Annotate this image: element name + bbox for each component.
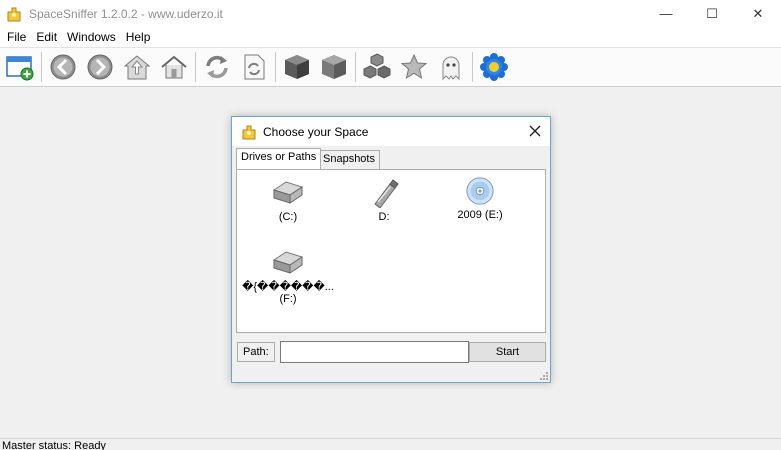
toolbar: [0, 47, 781, 87]
minimize-icon: —: [659, 6, 673, 21]
new-window-icon: [6, 56, 34, 81]
cubes-icon: [363, 53, 391, 79]
close-button[interactable]: ✕: [735, 0, 781, 27]
path-input[interactable]: [280, 341, 469, 363]
cubes-button[interactable]: [360, 50, 394, 84]
drives-panel: (C:) D: 2009 (E:) �{������... (F:): [236, 169, 546, 333]
ghost-icon: [442, 56, 460, 81]
start-button[interactable]: Start: [469, 342, 546, 362]
dialog-close-button[interactable]: [526, 122, 544, 140]
close-icon: ✕: [752, 5, 764, 21]
toolbar-separator: [472, 52, 473, 82]
tab-drives-or-paths[interactable]: Drives or Paths: [236, 148, 322, 169]
star-button[interactable]: [397, 50, 431, 84]
menu-file[interactable]: File: [2, 27, 31, 47]
usb-drive-icon: [374, 179, 399, 208]
status-text: Master status: Ready: [2, 440, 106, 450]
drive-label: 2009 (E:): [457, 209, 503, 221]
forward-button[interactable]: [83, 50, 117, 84]
drive-item-d[interactable]: D:: [339, 178, 429, 223]
window-title: SpaceSniffer 1.2.0.2 - www.uderzo.it: [29, 6, 223, 21]
ghost-button[interactable]: [434, 50, 468, 84]
home-icon: [161, 55, 187, 79]
status-bar: Master status: Ready: [0, 438, 781, 450]
close-icon: [529, 125, 541, 137]
new-window-button[interactable]: [3, 50, 37, 84]
home-button[interactable]: [157, 50, 191, 84]
maximize-icon: ☐: [706, 5, 718, 21]
title-bar: SpaceSniffer 1.2.0.2 - www.uderzo.it — ☐…: [0, 0, 781, 27]
resize-grip-icon[interactable]: [540, 372, 548, 380]
settings-flower-icon: [480, 53, 508, 81]
toolbar-separator: [275, 52, 276, 82]
toolbar-separator: [355, 52, 356, 82]
menu-windows[interactable]: Windows: [62, 27, 121, 47]
up-folder-button[interactable]: [120, 50, 154, 84]
drive-label: D:: [378, 211, 390, 223]
maximize-button[interactable]: ☐: [689, 0, 735, 27]
minimize-button[interactable]: —: [643, 0, 689, 27]
toolbar-separator: [195, 52, 196, 82]
dialog-title: Choose your Space: [263, 124, 369, 139]
drive-sublabel: (F:): [279, 293, 297, 305]
cd-drive-icon: [466, 177, 494, 205]
menu-edit[interactable]: Edit: [31, 27, 62, 47]
drive-item-f[interactable]: �{������... (F:): [242, 248, 334, 305]
refresh-document-button[interactable]: [237, 50, 271, 84]
back-button[interactable]: [46, 50, 80, 84]
tab-snapshots[interactable]: Snapshots: [318, 150, 380, 169]
refresh-document-icon: [244, 54, 265, 80]
refresh-icon: [206, 55, 228, 79]
drive-item-c[interactable]: (C:): [243, 178, 333, 223]
app-icon: [7, 7, 21, 21]
refresh-button[interactable]: [200, 50, 234, 84]
drive-label: �{������...: [242, 281, 334, 293]
hard-drive-icon: [272, 251, 304, 274]
up-folder-icon: [123, 55, 151, 80]
menu-help[interactable]: Help: [121, 27, 156, 47]
drive-label: (C:): [278, 211, 298, 223]
toolbar-separator: [41, 52, 42, 82]
settings-button[interactable]: [477, 50, 511, 84]
choose-space-dialog: Choose your Space Drives or Paths Snapsh…: [231, 116, 551, 383]
path-label: Path:: [237, 342, 275, 362]
hard-drive-icon: [272, 181, 304, 204]
forward-icon: [87, 54, 113, 80]
cube-gray-icon: [322, 55, 346, 79]
cube-dark-button[interactable]: [280, 50, 314, 84]
menu-bar: File Edit Windows Help: [0, 27, 781, 47]
cube-dark-icon: [285, 55, 309, 79]
star-icon: [400, 53, 428, 80]
dialog-title-bar: Choose your Space: [232, 117, 550, 146]
drive-item-e[interactable]: 2009 (E:): [435, 176, 525, 221]
dialog-app-icon: [242, 125, 256, 139]
cube-gray-button[interactable]: [317, 50, 351, 84]
back-icon: [50, 54, 76, 80]
